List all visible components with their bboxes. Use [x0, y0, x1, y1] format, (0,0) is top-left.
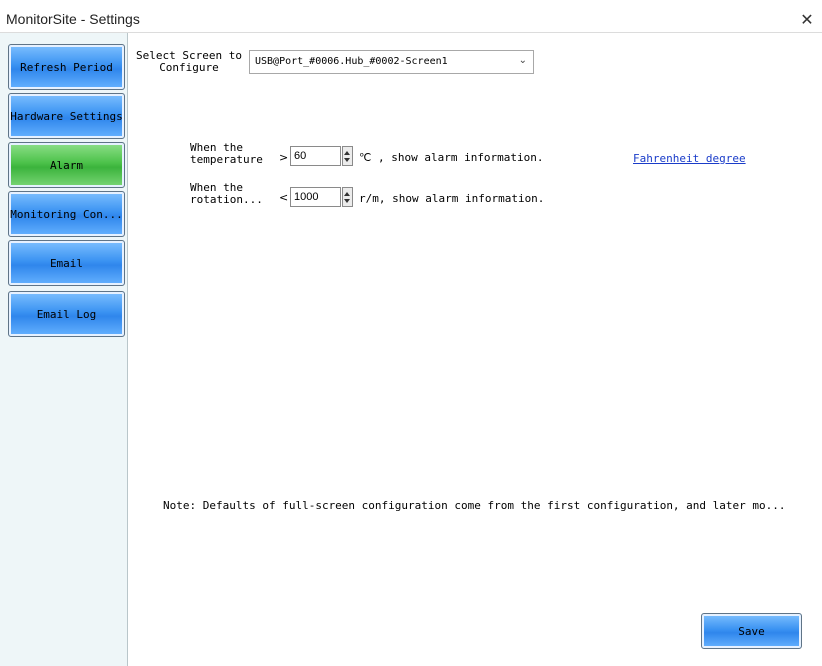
- temperature-operator: >: [279, 151, 289, 164]
- alarm-panel: Select Screen to Configure USB@Port_#000…: [128, 33, 822, 666]
- temperature-suffix: ℃ , show alarm information.: [359, 151, 544, 164]
- rotation-operator: <: [279, 191, 289, 204]
- sidebar-item-label: Email: [49, 256, 84, 270]
- spin-up-icon: [344, 151, 350, 155]
- temperature-threshold-input[interactable]: 60: [290, 146, 341, 166]
- sidebar-item-label: Hardware Settings: [10, 109, 123, 123]
- sidebar-item-monitoring-config[interactable]: Monitoring Con...: [8, 191, 125, 237]
- spin-up-icon: [344, 192, 350, 196]
- sidebar-item-label: Email Log: [36, 307, 97, 321]
- sidebar-item-label: Monitoring Con...: [10, 207, 123, 221]
- chevron-down-icon: ⌄: [518, 55, 527, 66]
- rotation-threshold-input[interactable]: 1000: [290, 187, 341, 207]
- configuration-note: Note: Defaults of full-screen configurat…: [163, 499, 786, 512]
- sidebar-item-email-log[interactable]: Email Log: [8, 291, 125, 337]
- rotation-label: When the rotation...: [190, 181, 263, 206]
- temperature-label: When the temperature: [190, 141, 263, 166]
- rotation-suffix: r/m, show alarm information.: [359, 192, 545, 205]
- sidebar-item-email[interactable]: Email: [8, 240, 125, 286]
- fahrenheit-link[interactable]: Fahrenheit degree: [633, 152, 746, 165]
- sidebar-item-hardware-settings[interactable]: Hardware Settings: [8, 93, 125, 139]
- settings-window: MonitorSite - Settings ✕ Refresh Period …: [0, 0, 822, 666]
- sidebar-item-refresh-period[interactable]: Refresh Period: [8, 44, 125, 90]
- temperature-spinner[interactable]: [342, 146, 353, 166]
- sidebar-item-label: Refresh Period: [20, 60, 113, 74]
- sidebar-item-alarm[interactable]: Alarm: [8, 142, 125, 188]
- rotation-spinner[interactable]: [342, 187, 353, 207]
- sidebar: Refresh Period Hardware Settings Alarm M…: [0, 33, 128, 666]
- spin-down-icon: [344, 158, 350, 162]
- spin-down-icon: [344, 199, 350, 203]
- screen-select-value: USB@Port_#0006.Hub_#0002-Screen1: [255, 56, 448, 67]
- screen-select-label: Select Screen to Configure: [136, 49, 242, 74]
- sidebar-item-label: Alarm: [49, 158, 84, 172]
- close-icon[interactable]: ✕: [796, 8, 818, 32]
- window-title: MonitorSite - Settings: [6, 11, 140, 27]
- title-bar: MonitorSite - Settings ✕: [0, 8, 822, 33]
- screen-select[interactable]: USB@Port_#0006.Hub_#0002-Screen1 ⌄: [249, 50, 534, 74]
- save-button[interactable]: Save: [701, 613, 802, 649]
